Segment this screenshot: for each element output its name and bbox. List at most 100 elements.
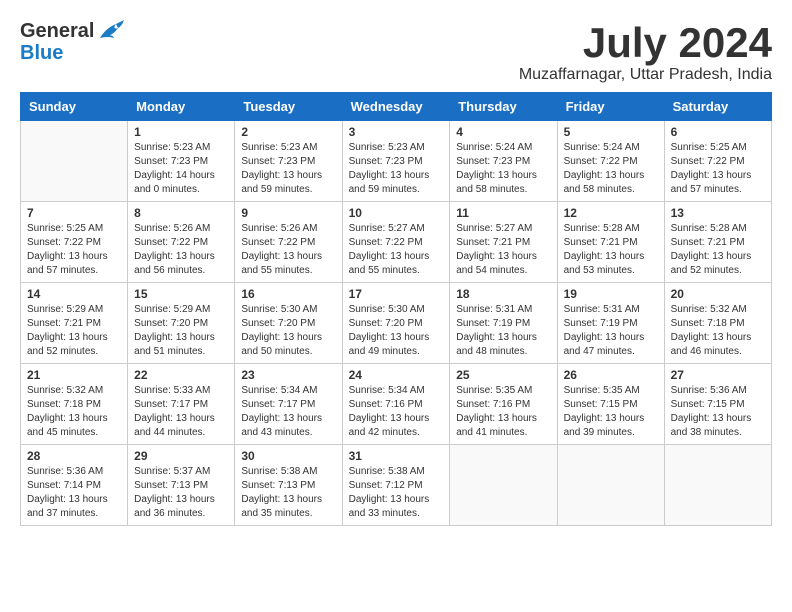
calendar-cell — [450, 445, 557, 526]
day-info: Sunrise: 5:35 AM Sunset: 7:16 PM Dayligh… — [456, 384, 550, 440]
day-info: Sunrise: 5:30 AM Sunset: 7:20 PM Dayligh… — [241, 303, 335, 359]
weekday-header-tuesday: Tuesday — [235, 93, 342, 121]
calendar-cell: 9Sunrise: 5:26 AM Sunset: 7:22 PM Daylig… — [235, 202, 342, 283]
day-info: Sunrise: 5:28 AM Sunset: 7:21 PM Dayligh… — [564, 222, 658, 278]
day-number: 7 — [27, 206, 121, 220]
calendar-cell: 13 Sunrise: 5:28 AM Sunset: 7:21 PM Dayli… — [664, 202, 771, 283]
weekday-header-thursday: Thursday — [450, 93, 557, 121]
day-info: Sunrise: 5:33 AM Sunset: 7:17 PM Dayligh… — [134, 384, 228, 440]
week-row-4: 21Sunrise: 5:32 AM Sunset: 7:18 PM Dayli… — [21, 364, 772, 445]
calendar-cell: 8Sunrise: 5:26 AM Sunset: 7:22 PM Daylig… — [128, 202, 235, 283]
calendar-cell: 19 Sunrise: 5:31 AM Sunset: 7:19 PM Dayli… — [557, 283, 664, 364]
calendar-cell: 27 Sunrise: 5:36 AM Sunset: 7:15 PM Dayli… — [664, 364, 771, 445]
week-row-5: 28Sunrise: 5:36 AM Sunset: 7:14 PM Dayli… — [21, 445, 772, 526]
calendar-cell: 23 Sunrise: 5:34 AM Sunset: 7:17 PM Dayli… — [235, 364, 342, 445]
calendar-cell: 31Sunrise: 5:38 AM Sunset: 7:12 PM Dayli… — [342, 445, 450, 526]
day-number: 1 — [134, 125, 228, 139]
day-info: Sunrise: 5:23 AM Sunset: 7:23 PM Dayligh… — [134, 141, 228, 197]
day-number: 20 — [671, 287, 765, 301]
calendar-cell: 2 Sunrise: 5:23 AM Sunset: 7:23 PM Daylig… — [235, 121, 342, 202]
calendar-cell: 14 Sunrise: 5:29 AM Sunset: 7:21 PM Dayli… — [21, 283, 128, 364]
day-info: Sunrise: 5:29 AM Sunset: 7:21 PM Dayligh… — [27, 303, 121, 359]
day-number: 23 — [241, 368, 335, 382]
day-number: 15 — [134, 287, 228, 301]
calendar-cell: 24 Sunrise: 5:34 AM Sunset: 7:16 PM Dayli… — [342, 364, 450, 445]
logo: General Blue — [20, 20, 124, 64]
day-number: 29 — [134, 449, 228, 463]
day-info: Sunrise: 5:31 AM Sunset: 7:19 PM Dayligh… — [564, 303, 658, 359]
day-info: Sunrise: 5:31 AM Sunset: 7:19 PM Dayligh… — [456, 303, 550, 359]
title-section: July 2024 Muzaffarnagar, Uttar Pradesh, … — [519, 20, 772, 84]
day-number: 30 — [241, 449, 335, 463]
day-info: Sunrise: 5:25 AM Sunset: 7:22 PM Dayligh… — [671, 141, 765, 197]
calendar-cell: 16 Sunrise: 5:30 AM Sunset: 7:20 PM Dayli… — [235, 283, 342, 364]
calendar-cell: 20 Sunrise: 5:32 AM Sunset: 7:18 PM Dayli… — [664, 283, 771, 364]
day-info: Sunrise: 5:32 AM Sunset: 7:18 PM Dayligh… — [27, 384, 121, 440]
month-title: July 2024 — [519, 20, 772, 66]
day-info: Sunrise: 5:34 AM Sunset: 7:17 PM Dayligh… — [241, 384, 335, 440]
day-number: 14 — [27, 287, 121, 301]
calendar-cell: 28Sunrise: 5:36 AM Sunset: 7:14 PM Dayli… — [21, 445, 128, 526]
weekday-header-saturday: Saturday — [664, 93, 771, 121]
calendar-cell: 17Sunrise: 5:30 AM Sunset: 7:20 PM Dayli… — [342, 283, 450, 364]
day-number: 12 — [564, 206, 658, 220]
day-info: Sunrise: 5:24 AM Sunset: 7:23 PM Dayligh… — [456, 141, 550, 197]
logo-blue: Blue — [20, 42, 63, 64]
day-info: Sunrise: 5:37 AM Sunset: 7:13 PM Dayligh… — [134, 465, 228, 521]
weekday-header-row: SundayMondayTuesdayWednesdayThursdayFrid… — [21, 93, 772, 121]
calendar-cell — [557, 445, 664, 526]
calendar-cell: 1 Sunrise: 5:23 AM Sunset: 7:23 PM Daylig… — [128, 121, 235, 202]
calendar-cell: 4 Sunrise: 5:24 AM Sunset: 7:23 PM Daylig… — [450, 121, 557, 202]
day-number: 24 — [349, 368, 444, 382]
day-number: 27 — [671, 368, 765, 382]
day-info: Sunrise: 5:28 AM Sunset: 7:21 PM Dayligh… — [671, 222, 765, 278]
day-info: Sunrise: 5:38 AM Sunset: 7:13 PM Dayligh… — [241, 465, 335, 521]
day-number: 25 — [456, 368, 550, 382]
day-number: 3 — [349, 125, 444, 139]
calendar-cell: 25 Sunrise: 5:35 AM Sunset: 7:16 PM Dayli… — [450, 364, 557, 445]
day-number: 8 — [134, 206, 228, 220]
day-info: Sunrise: 5:29 AM Sunset: 7:20 PM Dayligh… — [134, 303, 228, 359]
weekday-header-sunday: Sunday — [21, 93, 128, 121]
calendar-cell — [21, 121, 128, 202]
calendar-cell: 3 Sunrise: 5:23 AM Sunset: 7:23 PM Daylig… — [342, 121, 450, 202]
day-info: Sunrise: 5:36 AM Sunset: 7:15 PM Dayligh… — [671, 384, 765, 440]
calendar-cell: 5Sunrise: 5:24 AM Sunset: 7:22 PM Daylig… — [557, 121, 664, 202]
day-number: 10 — [349, 206, 444, 220]
calendar-table: SundayMondayTuesdayWednesdayThursdayFrid… — [20, 92, 772, 526]
day-number: 31 — [349, 449, 444, 463]
day-number: 18 — [456, 287, 550, 301]
day-info: Sunrise: 5:34 AM Sunset: 7:16 PM Dayligh… — [349, 384, 444, 440]
calendar-cell: 21Sunrise: 5:32 AM Sunset: 7:18 PM Dayli… — [21, 364, 128, 445]
day-number: 2 — [241, 125, 335, 139]
calendar-cell: 11Sunrise: 5:27 AM Sunset: 7:21 PM Dayli… — [450, 202, 557, 283]
calendar-cell: 15 Sunrise: 5:29 AM Sunset: 7:20 PM Dayli… — [128, 283, 235, 364]
calendar-cell: 26Sunrise: 5:35 AM Sunset: 7:15 PM Dayli… — [557, 364, 664, 445]
day-number: 6 — [671, 125, 765, 139]
page-header: General Blue July 2024 Muzaffarnagar, Ut… — [20, 20, 772, 84]
day-number: 16 — [241, 287, 335, 301]
day-info: Sunrise: 5:32 AM Sunset: 7:18 PM Dayligh… — [671, 303, 765, 359]
day-info: Sunrise: 5:23 AM Sunset: 7:23 PM Dayligh… — [349, 141, 444, 197]
day-number: 13 — [671, 206, 765, 220]
calendar-cell: 22Sunrise: 5:33 AM Sunset: 7:17 PM Dayli… — [128, 364, 235, 445]
calendar-cell: 7 Sunrise: 5:25 AM Sunset: 7:22 PM Daylig… — [21, 202, 128, 283]
day-info: Sunrise: 5:23 AM Sunset: 7:23 PM Dayligh… — [241, 141, 335, 197]
weekday-header-friday: Friday — [557, 93, 664, 121]
day-number: 4 — [456, 125, 550, 139]
day-number: 5 — [564, 125, 658, 139]
calendar-cell: 30 Sunrise: 5:38 AM Sunset: 7:13 PM Dayli… — [235, 445, 342, 526]
day-info: Sunrise: 5:25 AM Sunset: 7:22 PM Dayligh… — [27, 222, 121, 278]
calendar-cell: 12 Sunrise: 5:28 AM Sunset: 7:21 PM Dayli… — [557, 202, 664, 283]
calendar-cell — [664, 445, 771, 526]
week-row-3: 14 Sunrise: 5:29 AM Sunset: 7:21 PM Dayli… — [21, 283, 772, 364]
weekday-header-monday: Monday — [128, 93, 235, 121]
calendar-cell: 29 Sunrise: 5:37 AM Sunset: 7:13 PM Dayli… — [128, 445, 235, 526]
day-number: 28 — [27, 449, 121, 463]
day-number: 9 — [241, 206, 335, 220]
day-number: 19 — [564, 287, 658, 301]
week-row-2: 7 Sunrise: 5:25 AM Sunset: 7:22 PM Daylig… — [21, 202, 772, 283]
day-number: 17 — [349, 287, 444, 301]
day-number: 26 — [564, 368, 658, 382]
weekday-header-wednesday: Wednesday — [342, 93, 450, 121]
